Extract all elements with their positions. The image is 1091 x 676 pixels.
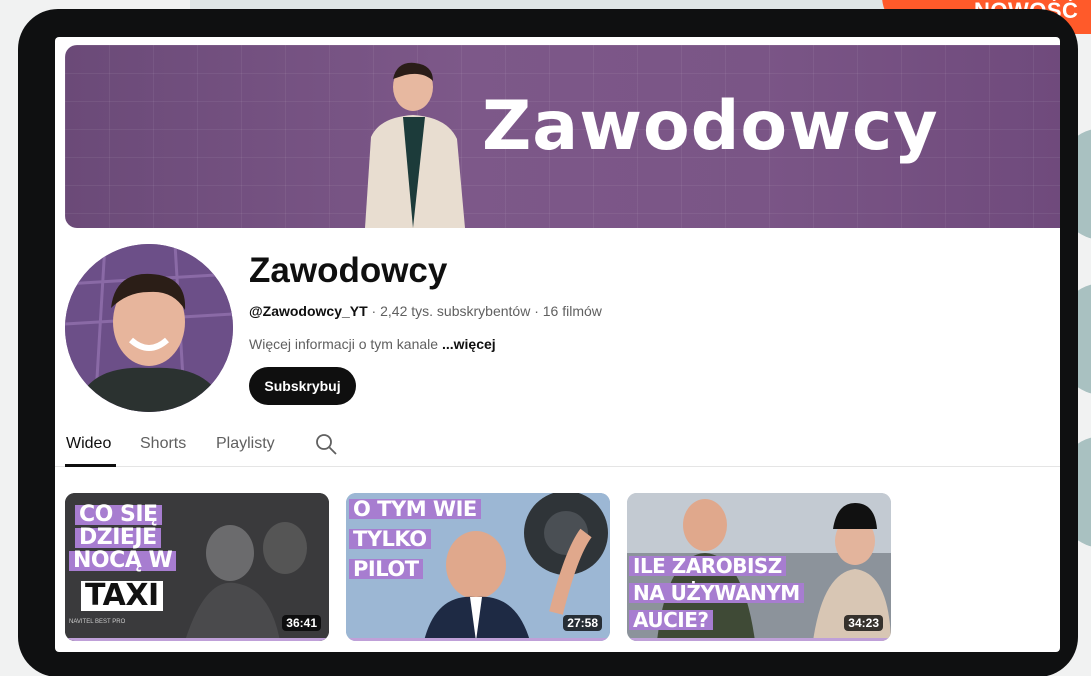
video-duration: 36:41: [282, 615, 321, 631]
thumbnail-caption: NA UŻYWANYM: [629, 583, 804, 603]
thumbnail-caption: AUCIE?: [629, 610, 713, 630]
banner-title: Zawodowcy: [482, 87, 939, 166]
watch-progress: [627, 638, 891, 641]
watch-progress: [346, 638, 610, 641]
youtube-channel-screen: Zawodowcy Zawodowcy @Zawodowcy_YT · 2,42…: [55, 37, 1060, 652]
active-tab-indicator: [65, 464, 116, 467]
thumbnail-caption: O TYM WIE: [349, 499, 481, 520]
channel-banner: Zawodowcy: [65, 45, 1060, 228]
channel-description-text: Więcej informacji o tym kanale: [249, 336, 442, 352]
video-duration: 34:23: [844, 615, 883, 631]
channel-avatar[interactable]: [65, 244, 233, 412]
thumbnail-caption: NOCĄ W: [69, 550, 177, 572]
more-link[interactable]: ...więcej: [442, 336, 496, 352]
channel-tabs: Wideo Shorts Playlisty: [55, 425, 1060, 467]
tab-playlisty[interactable]: Playlisty: [216, 435, 275, 453]
subscribe-button[interactable]: Subskrybuj: [249, 367, 356, 405]
channel-description[interactable]: Więcej informacji o tym kanale ...więcej: [249, 336, 496, 352]
banner-person-image: [365, 62, 465, 228]
tab-shorts[interactable]: Shorts: [140, 435, 186, 453]
channel-name: Zawodowcy: [249, 251, 448, 290]
channel-meta: @Zawodowcy_YT · 2,42 tys. subskrybentów …: [249, 303, 602, 319]
video-duration: 27:58: [563, 615, 602, 631]
thumbnail-caption: CO SIĘ: [75, 504, 162, 526]
channel-handle: @Zawodowcy_YT: [249, 303, 368, 319]
video-thumbnail[interactable]: O TYM WIE TYLKO PILOT 27:58: [346, 493, 610, 641]
thumbnail-small-text: NAVITEL BEST PRO: [69, 619, 126, 625]
thumbnail-caption: ILE ZAROBISZ: [629, 556, 786, 576]
thumbnail-caption: TAXI: [81, 581, 163, 611]
video-thumbnail[interactable]: CO SIĘ DZIEJE NOCĄ W TAXI NAVITEL BEST P…: [65, 493, 329, 641]
thumbnail-caption: PILOT: [349, 559, 423, 580]
thumbnail-caption: DZIEJE: [75, 527, 161, 549]
thumbnail-caption: TYLKO: [349, 529, 431, 550]
channel-stats: · 2,42 tys. subskrybentów · 16 filmów: [367, 303, 602, 319]
watch-progress: [65, 638, 329, 641]
tab-wideo[interactable]: Wideo: [66, 435, 111, 453]
page: NOWOŚĆ Zawodowcy Zawodowcy: [0, 0, 1091, 676]
search-icon[interactable]: [314, 432, 338, 456]
video-thumbnail[interactable]: ILE ZAROBISZ NA UŻYWANYM AUCIE? 34:23: [627, 493, 891, 641]
